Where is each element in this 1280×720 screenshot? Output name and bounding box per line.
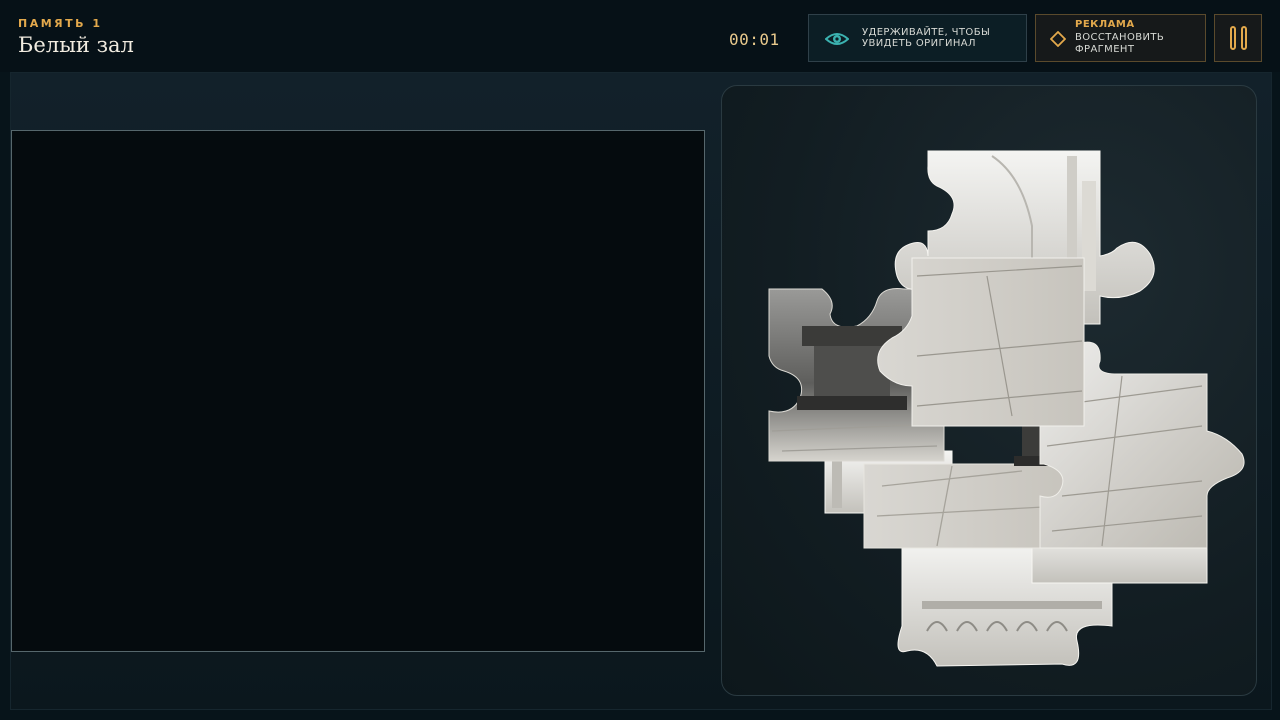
puzzle-target-area[interactable] bbox=[11, 130, 705, 652]
eye-icon bbox=[824, 28, 850, 54]
level-subtitle: ПАМЯТЬ 1 bbox=[18, 17, 103, 30]
top-bar: ПАМЯТЬ 1 Белый зал 00:01 УДЕРЖИВАЙТЕ, ЧТ… bbox=[0, 0, 1280, 72]
restore-fragment-label: ВОССТАНОВИТЬ ФРАГМЕНТ bbox=[1075, 32, 1165, 55]
peek-original-label: УДЕРЖИВАЙТЕ, ЧТОБЫ УВИДЕТЬ ОРИГИНАЛ bbox=[862, 27, 991, 49]
timer: 00:01 bbox=[729, 30, 780, 49]
peek-original-button[interactable]: УДЕРЖИВАЙТЕ, ЧТОБЫ УВИДЕТЬ ОРИГИНАЛ bbox=[808, 14, 1027, 62]
level-title: Белый зал bbox=[18, 33, 134, 57]
ad-tag: РЕКЛАМА bbox=[1075, 19, 1135, 30]
diamond-icon bbox=[1049, 30, 1067, 51]
piece-tray[interactable] bbox=[721, 85, 1257, 696]
pause-button[interactable] bbox=[1214, 14, 1262, 62]
restore-fragment-ad-button[interactable]: РЕКЛАМА ВОССТАНОВИТЬ ФРАГМЕНТ bbox=[1035, 14, 1206, 62]
